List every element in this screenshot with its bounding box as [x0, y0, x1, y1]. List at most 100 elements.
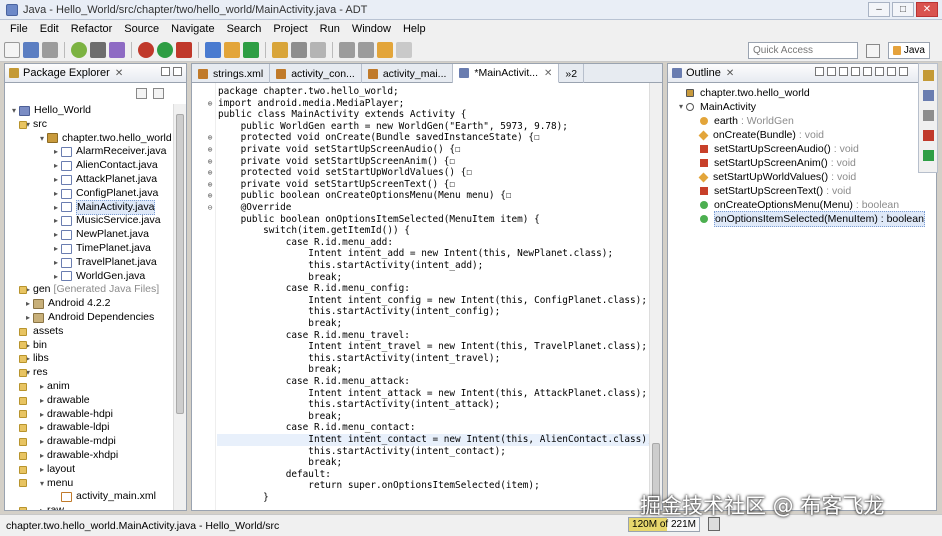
tree-item[interactable]: ▸ bin — [5, 339, 173, 353]
new-class-icon[interactable] — [243, 41, 259, 58]
problems-icon[interactable] — [923, 130, 934, 141]
hide-local-types-icon[interactable] — [875, 67, 884, 76]
menu-window[interactable]: Window — [346, 23, 397, 35]
tree-item[interactable]: ▸ AlienContact.java — [5, 159, 173, 173]
menu-edit[interactable]: Edit — [34, 23, 65, 35]
expand-fold-icon[interactable]: ⊕ — [206, 134, 214, 142]
collapsed-arrow-icon[interactable]: ▸ — [51, 159, 61, 173]
tree-item[interactable]: assets — [5, 325, 173, 339]
expand-fold-icon[interactable]: ⊕ — [206, 157, 214, 166]
menu-refactor[interactable]: Refactor — [65, 23, 119, 35]
collapsed-arrow-icon[interactable]: ▸ — [51, 270, 61, 284]
expand-fold-icon[interactable]: ⊕ — [206, 180, 214, 189]
tree-item[interactable]: ▸ drawable-xhdpi — [5, 449, 173, 463]
collapsed-arrow-icon[interactable]: ▸ — [37, 380, 47, 394]
forward-arrow-icon[interactable] — [396, 41, 412, 58]
tree-item[interactable]: ▸ drawable-hdpi — [5, 408, 173, 422]
collapsed-arrow-icon[interactable]: ▸ — [51, 256, 61, 270]
tree-item[interactable]: ▸ drawable-mdpi — [5, 435, 173, 449]
outline-item[interactable]: ▾ MainActivity — [668, 100, 936, 114]
collapsed-arrow-icon[interactable]: ▸ — [51, 187, 61, 201]
tree-item[interactable]: activity_main.xml — [5, 490, 173, 504]
link-with-editor-icon[interactable] — [153, 87, 164, 99]
sort-icon[interactable] — [827, 67, 836, 76]
tree-item[interactable]: ▾ res — [5, 366, 173, 380]
next-annotation-icon[interactable] — [339, 41, 355, 58]
expand-fold-icon[interactable]: ⊕ — [206, 146, 214, 154]
collapsed-arrow-icon[interactable]: ▸ — [51, 145, 61, 159]
tasks-icon[interactable] — [923, 90, 934, 101]
expanded-arrow-icon[interactable]: ▾ — [9, 104, 19, 118]
maximize-button[interactable]: □ — [892, 2, 914, 17]
tree-item[interactable]: ▸ Android Dependencies — [5, 311, 173, 325]
tree-item[interactable]: ▾ Hello_World — [5, 104, 173, 118]
tree-item[interactable]: ▸ AttackPlanet.java — [5, 173, 173, 187]
save-icon[interactable] — [23, 41, 39, 58]
tree-item[interactable]: ▸ MusicService.java — [5, 214, 173, 228]
previous-annotation-icon[interactable] — [358, 41, 374, 58]
code-editor[interactable]: package chapter.two.hello_world; ⊕ import … — [192, 83, 649, 510]
back-arrow-icon[interactable] — [377, 41, 393, 58]
tree-item[interactable]: ▸ anim — [5, 380, 173, 394]
close-tab-icon[interactable]: ✕ — [115, 68, 123, 79]
close-tab-icon[interactable]: ✕ — [726, 68, 734, 79]
collapsed-arrow-icon[interactable]: ▸ — [37, 504, 47, 510]
collapsed-arrow-icon[interactable]: ▸ — [37, 435, 47, 449]
tree-item[interactable]: ▾ chapter.two.hello_world — [5, 132, 173, 146]
outline-item[interactable]: setStartUpScreenAudio(): void — [668, 142, 936, 156]
collapse-all-icon[interactable] — [815, 67, 824, 76]
tree-item[interactable]: ▾ menu — [5, 477, 173, 491]
editor-tab[interactable]: strings.xml — [192, 64, 271, 83]
expanded-arrow-icon[interactable]: ▾ — [37, 477, 47, 491]
minimize-button[interactable]: – — [868, 2, 890, 17]
open-type-icon[interactable] — [272, 41, 288, 58]
tree-item[interactable]: ▸ MainActivity.java — [5, 199, 173, 216]
collapsed-arrow-icon[interactable]: ▸ — [23, 297, 33, 311]
collapse-all-icon[interactable] — [136, 87, 147, 99]
collapsed-arrow-icon[interactable]: ▸ — [37, 408, 47, 422]
new-package-icon[interactable] — [224, 41, 240, 58]
close-button[interactable]: ✕ — [916, 2, 938, 17]
menu-navigate[interactable]: Navigate — [165, 23, 220, 35]
collapsed-arrow-icon[interactable]: ▸ — [51, 173, 61, 187]
tree-item[interactable]: ▸ Android 4.2.2 — [5, 297, 173, 311]
editor-tab[interactable]: activity_mai... — [362, 64, 454, 83]
outline-tab[interactable]: Outline ✕ — [668, 64, 936, 83]
java-perspective-button[interactable]: Java — [888, 42, 930, 59]
open-perspective-icon[interactable] — [866, 44, 880, 58]
tree-item[interactable]: ▸ ConfigPlanet.java — [5, 187, 173, 201]
tree-item[interactable]: ▸ AlarmReceiver.java — [5, 145, 173, 159]
expand-fold-icon[interactable]: ⊕ — [206, 192, 214, 200]
package-explorer-tab[interactable]: Package Explorer ✕ — [5, 64, 186, 83]
hide-fields-icon[interactable] — [839, 67, 848, 76]
tree-item[interactable]: ▾ src — [5, 118, 173, 132]
task-list-icon[interactable] — [923, 70, 934, 81]
outline-item[interactable]: onOptionsItemSelected(MenuItem) : boolea… — [668, 211, 936, 227]
menu-help[interactable]: Help — [397, 23, 432, 35]
maximize-view-icon[interactable] — [173, 67, 182, 76]
external-tools-icon[interactable] — [176, 41, 192, 58]
collapsed-arrow-icon[interactable]: ▸ — [37, 449, 47, 463]
run-icon[interactable] — [157, 41, 173, 58]
collapsed-arrow-icon[interactable]: ▸ — [51, 201, 61, 215]
tree-item[interactable]: ▸ NewPlanet.java — [5, 228, 173, 242]
hide-static-icon[interactable] — [851, 67, 860, 76]
android-sdk-icon[interactable] — [71, 41, 87, 58]
tree-item[interactable]: ▸ libs — [5, 352, 173, 366]
avd-manager-icon[interactable] — [90, 41, 106, 58]
tree-item[interactable]: ▸ WorldGen.java — [5, 270, 173, 284]
expand-fold-icon[interactable]: ⊕ — [206, 99, 214, 108]
outline-item[interactable]: onCreateOptionsMenu(Menu): boolean — [668, 198, 936, 212]
outline-item[interactable]: setStartUpScreenAnim(): void — [668, 156, 936, 170]
menu-source[interactable]: Source — [118, 23, 165, 35]
menu-file[interactable]: File — [4, 23, 34, 35]
search-icon[interactable] — [291, 41, 307, 58]
lint-icon[interactable] — [109, 41, 125, 58]
tree-item[interactable]: ▸ drawable-ldpi — [5, 421, 173, 435]
menu-search[interactable]: Search — [221, 23, 268, 35]
outline-item[interactable]: setStartUpScreenText(): void — [668, 184, 936, 198]
collapsed-arrow-icon[interactable]: ▸ — [51, 242, 61, 256]
collapsed-arrow-icon[interactable]: ▸ — [51, 214, 61, 228]
outline-item[interactable]: setStartUpWorldValues(): void — [668, 170, 936, 184]
collapse-fold-icon[interactable]: ⊖ — [206, 204, 214, 212]
